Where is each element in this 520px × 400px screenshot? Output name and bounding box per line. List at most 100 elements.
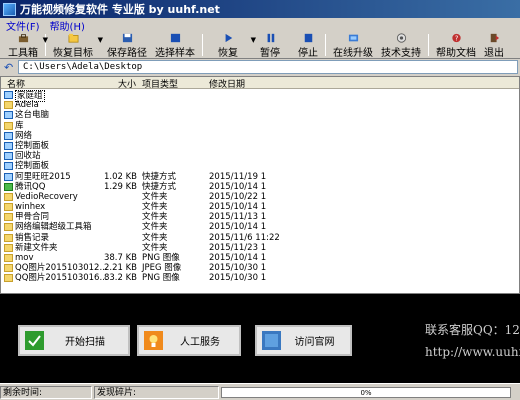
- column-size[interactable]: 大小: [118, 77, 136, 90]
- window-title: 万能视频修复软件 专业版 by uuhf.net: [20, 3, 220, 16]
- path-bar: ↶: [0, 59, 520, 75]
- file-type: 文件夹: [142, 212, 168, 223]
- file-name: 新建文件夹: [15, 242, 58, 253]
- file-row[interactable]: winhex 文件夹 2015/10/14 1: [1, 202, 519, 213]
- tech-support-button[interactable]: 技术支持: [377, 32, 425, 59]
- restore-target-label: 恢复目标: [53, 48, 93, 59]
- toolbar-divider: [428, 34, 429, 56]
- file-type: 快捷方式: [142, 181, 177, 192]
- exit-button[interactable]: 退出: [480, 32, 508, 59]
- menu-help[interactable]: 帮助(H): [50, 18, 85, 33]
- file-date: 2015/10/30 1: [209, 273, 267, 284]
- play-icon: [225, 33, 232, 43]
- folder-icon: [4, 243, 13, 252]
- svg-text:?: ?: [454, 35, 458, 43]
- column-date[interactable]: 修改日期: [209, 77, 245, 90]
- stop-button[interactable]: 停止: [294, 32, 322, 59]
- manual-service-button[interactable]: 人工服务: [137, 325, 241, 356]
- menu-file[interactable]: 文件(F): [6, 18, 40, 33]
- start-scan-button[interactable]: 开始扫描: [18, 325, 130, 356]
- column-name[interactable]: 名称: [7, 77, 25, 90]
- file-name: 控制面板: [15, 140, 50, 151]
- file-size: 83.2 KB: [103, 273, 137, 284]
- file-row[interactable]: 控制面板: [1, 161, 519, 172]
- recover-button[interactable]: 恢复 ▼: [214, 32, 256, 59]
- file-row[interactable]: 甲骨合同 文件夹 2015/11/13 1: [1, 212, 519, 223]
- file-row[interactable]: QQ图片2015103012... 2.21 KB JPEG 图像 2015/10/3…: [1, 263, 519, 274]
- file-row[interactable]: 控制面板: [1, 140, 519, 151]
- select-sample-label: 选择样本: [155, 48, 195, 59]
- computer-icon: [4, 111, 13, 120]
- file-name: VedioRecovery: [15, 191, 78, 202]
- file-row[interactable]: Adela: [1, 100, 519, 111]
- file-row[interactable]: mov 38.7 KB PNG 图像 2015/10/14 1: [1, 253, 519, 263]
- checkmark-icon: [25, 331, 44, 350]
- file-name: Adela: [15, 100, 39, 111]
- stop-label: 停止: [298, 48, 318, 59]
- folder-icon: [4, 223, 13, 232]
- help-docs-button[interactable]: ? 帮助文档: [432, 32, 480, 59]
- restore-target-button[interactable]: 恢复目标 ▼: [49, 32, 103, 59]
- back-arrow-icon[interactable]: ↶: [4, 61, 18, 74]
- library-icon: [4, 121, 13, 130]
- file-row[interactable]: 库: [1, 121, 519, 131]
- progress-text: 0%: [360, 388, 372, 397]
- file-row[interactable]: VedioRecovery 文件夹 2015/10/22 1: [1, 191, 519, 202]
- visit-website-button[interactable]: 访问官网: [255, 325, 352, 356]
- exit-label: 退出: [484, 48, 504, 59]
- online-upgrade-button[interactable]: 在线升级: [329, 32, 377, 59]
- column-type[interactable]: 项目类型: [142, 77, 178, 90]
- file-name: 回收站: [15, 151, 41, 162]
- folder-icon: [4, 192, 13, 201]
- file-row[interactable]: 网络编辑超级工具箱 文件夹 2015/10/14 1: [1, 222, 519, 232]
- app-shortcut-icon: [4, 172, 13, 181]
- file-row[interactable]: 腾讯QQ 1.29 KB 快捷方式 2015/10/14 1: [1, 181, 519, 192]
- file-row[interactable]: 回收站: [1, 151, 519, 162]
- toolbox-icon: [18, 34, 28, 43]
- help-icon: ?: [451, 33, 461, 43]
- chevron-down-icon[interactable]: ▼: [43, 36, 48, 44]
- file-row[interactable]: 网络: [1, 131, 519, 141]
- path-input[interactable]: [18, 60, 518, 74]
- pause-button[interactable]: 暂停: [256, 32, 284, 59]
- select-sample-button[interactable]: 选择样本: [151, 32, 199, 59]
- file-row[interactable]: 家庭组: [1, 90, 519, 103]
- file-size: 38.7 KB: [103, 253, 137, 263]
- help-docs-label: 帮助文档: [436, 48, 476, 59]
- file-date: 2015/10/30 1: [209, 263, 267, 274]
- file-row[interactable]: QQ图片2015103016... 83.2 KB PNG 图像 2015/10/30…: [1, 273, 519, 284]
- file-type: 文件夹: [142, 232, 168, 243]
- manual-service-label: 人工服务: [180, 337, 220, 348]
- contact-url: http://www.uuhf: [425, 345, 520, 359]
- file-name: 控制面板: [15, 161, 50, 172]
- save-path-button[interactable]: 保存路径: [103, 32, 151, 59]
- network-icon: [4, 131, 13, 140]
- recover-label: 恢复: [218, 48, 238, 59]
- image-icon: [4, 264, 13, 273]
- file-name: winhex: [15, 202, 46, 213]
- file-list[interactable]: 名称 大小 项目类型 修改日期 家庭组 Adela 这台电脑库网络 控制面板 回收站 控制…: [0, 76, 520, 294]
- file-date: 2015/10/14 1: [209, 181, 267, 192]
- support-icon: [396, 33, 406, 43]
- visit-website-label: 访问官网: [294, 337, 335, 348]
- file-list-header: 名称 大小 项目类型 修改日期: [1, 77, 519, 90]
- file-type: PNG 图像: [142, 273, 180, 284]
- file-name: mov: [15, 253, 34, 263]
- file-type: 快捷方式: [142, 171, 177, 182]
- toolbar: 工具箱 ▼ 恢复目标 ▼ 保存路径 选择样本 恢复 ▼ 暂停 停止 在线升级 技…: [0, 32, 520, 59]
- file-name: QQ图片2015103012...: [15, 263, 108, 274]
- status-bar: 剩余时间: 发现碎片: 0%: [0, 383, 520, 400]
- file-row[interactable]: 阿里旺旺2015 1.02 KB 快捷方式 2015/11/19 1: [1, 171, 519, 182]
- file-row[interactable]: 这台电脑: [1, 110, 519, 120]
- lightbulb-icon: [144, 331, 163, 350]
- recycle-bin-icon: [4, 152, 13, 161]
- file-name: 甲骨合同: [15, 212, 50, 223]
- control-panel-icon: [4, 141, 13, 150]
- file-row[interactable]: 新建文件夹 文件夹 2015/11/23 1: [1, 242, 519, 253]
- file-date: 2015/11/13 1: [209, 212, 267, 223]
- file-type: PNG 图像: [142, 253, 180, 263]
- tools-button[interactable]: 工具箱 ▼: [4, 32, 48, 59]
- file-row[interactable]: 销售记录 文件夹 2015/11/6 11:22: [1, 232, 519, 243]
- toolbar-divider: [202, 34, 203, 56]
- folder-open-icon: [68, 33, 78, 43]
